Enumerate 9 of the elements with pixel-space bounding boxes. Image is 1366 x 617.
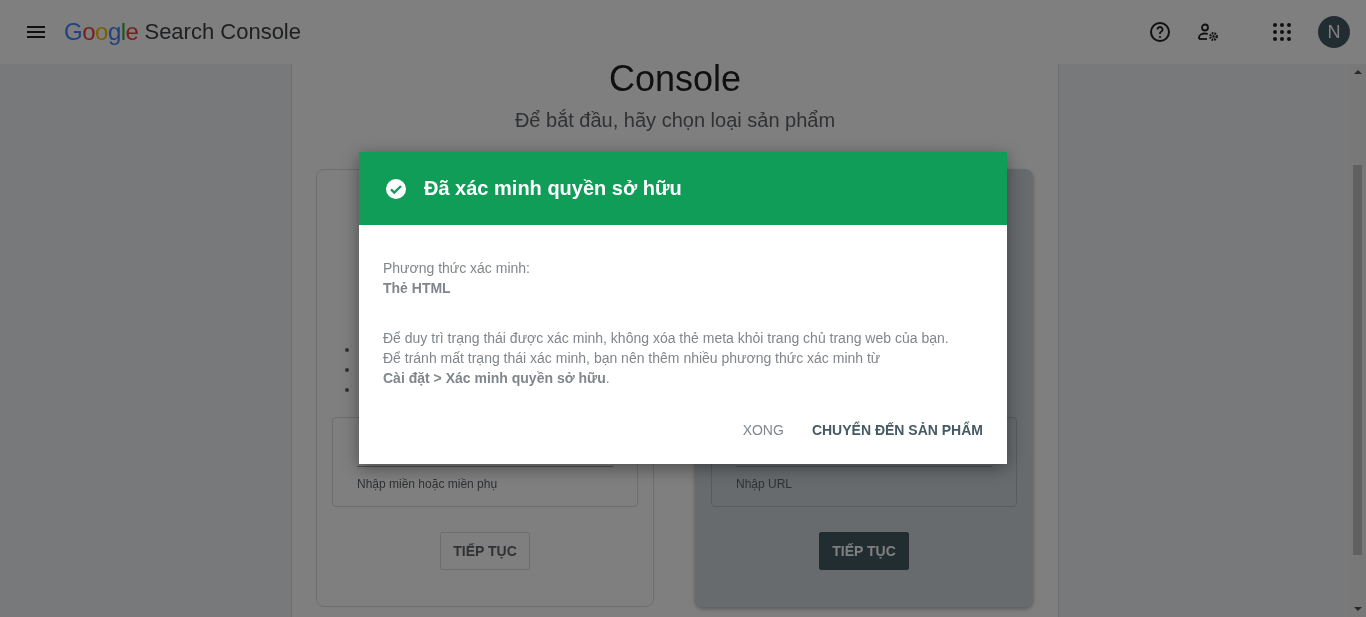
method-value: Thẻ HTML <box>383 279 452 298</box>
page-title: Console <box>607 63 743 95</box>
note-text: Để duy trì trạng thái được xác minh, không xóa thẻ meta khỏi trang chủ trang web của bạn. Để tránh mất trạng thái xác minh, bạn nên thêm nhiều phương thức xác minh từ Cài đặt > Xác minh quyền sở hữu. <box>383 329 950 388</box>
field-hint: Nhập miền hoặc miền phụ <box>357 477 499 491</box>
product-name: Search Console <box>144 19 301 45</box>
field-hint: Nhập URL <box>736 477 794 491</box>
method-label: Phương thức xác minh: <box>383 259 531 278</box>
dialog-title: Đã xác minh quyền sở hữu <box>424 177 682 200</box>
page-subtitle: Để bắt đầu, hãy chọn loại sản phẩm <box>513 109 837 132</box>
